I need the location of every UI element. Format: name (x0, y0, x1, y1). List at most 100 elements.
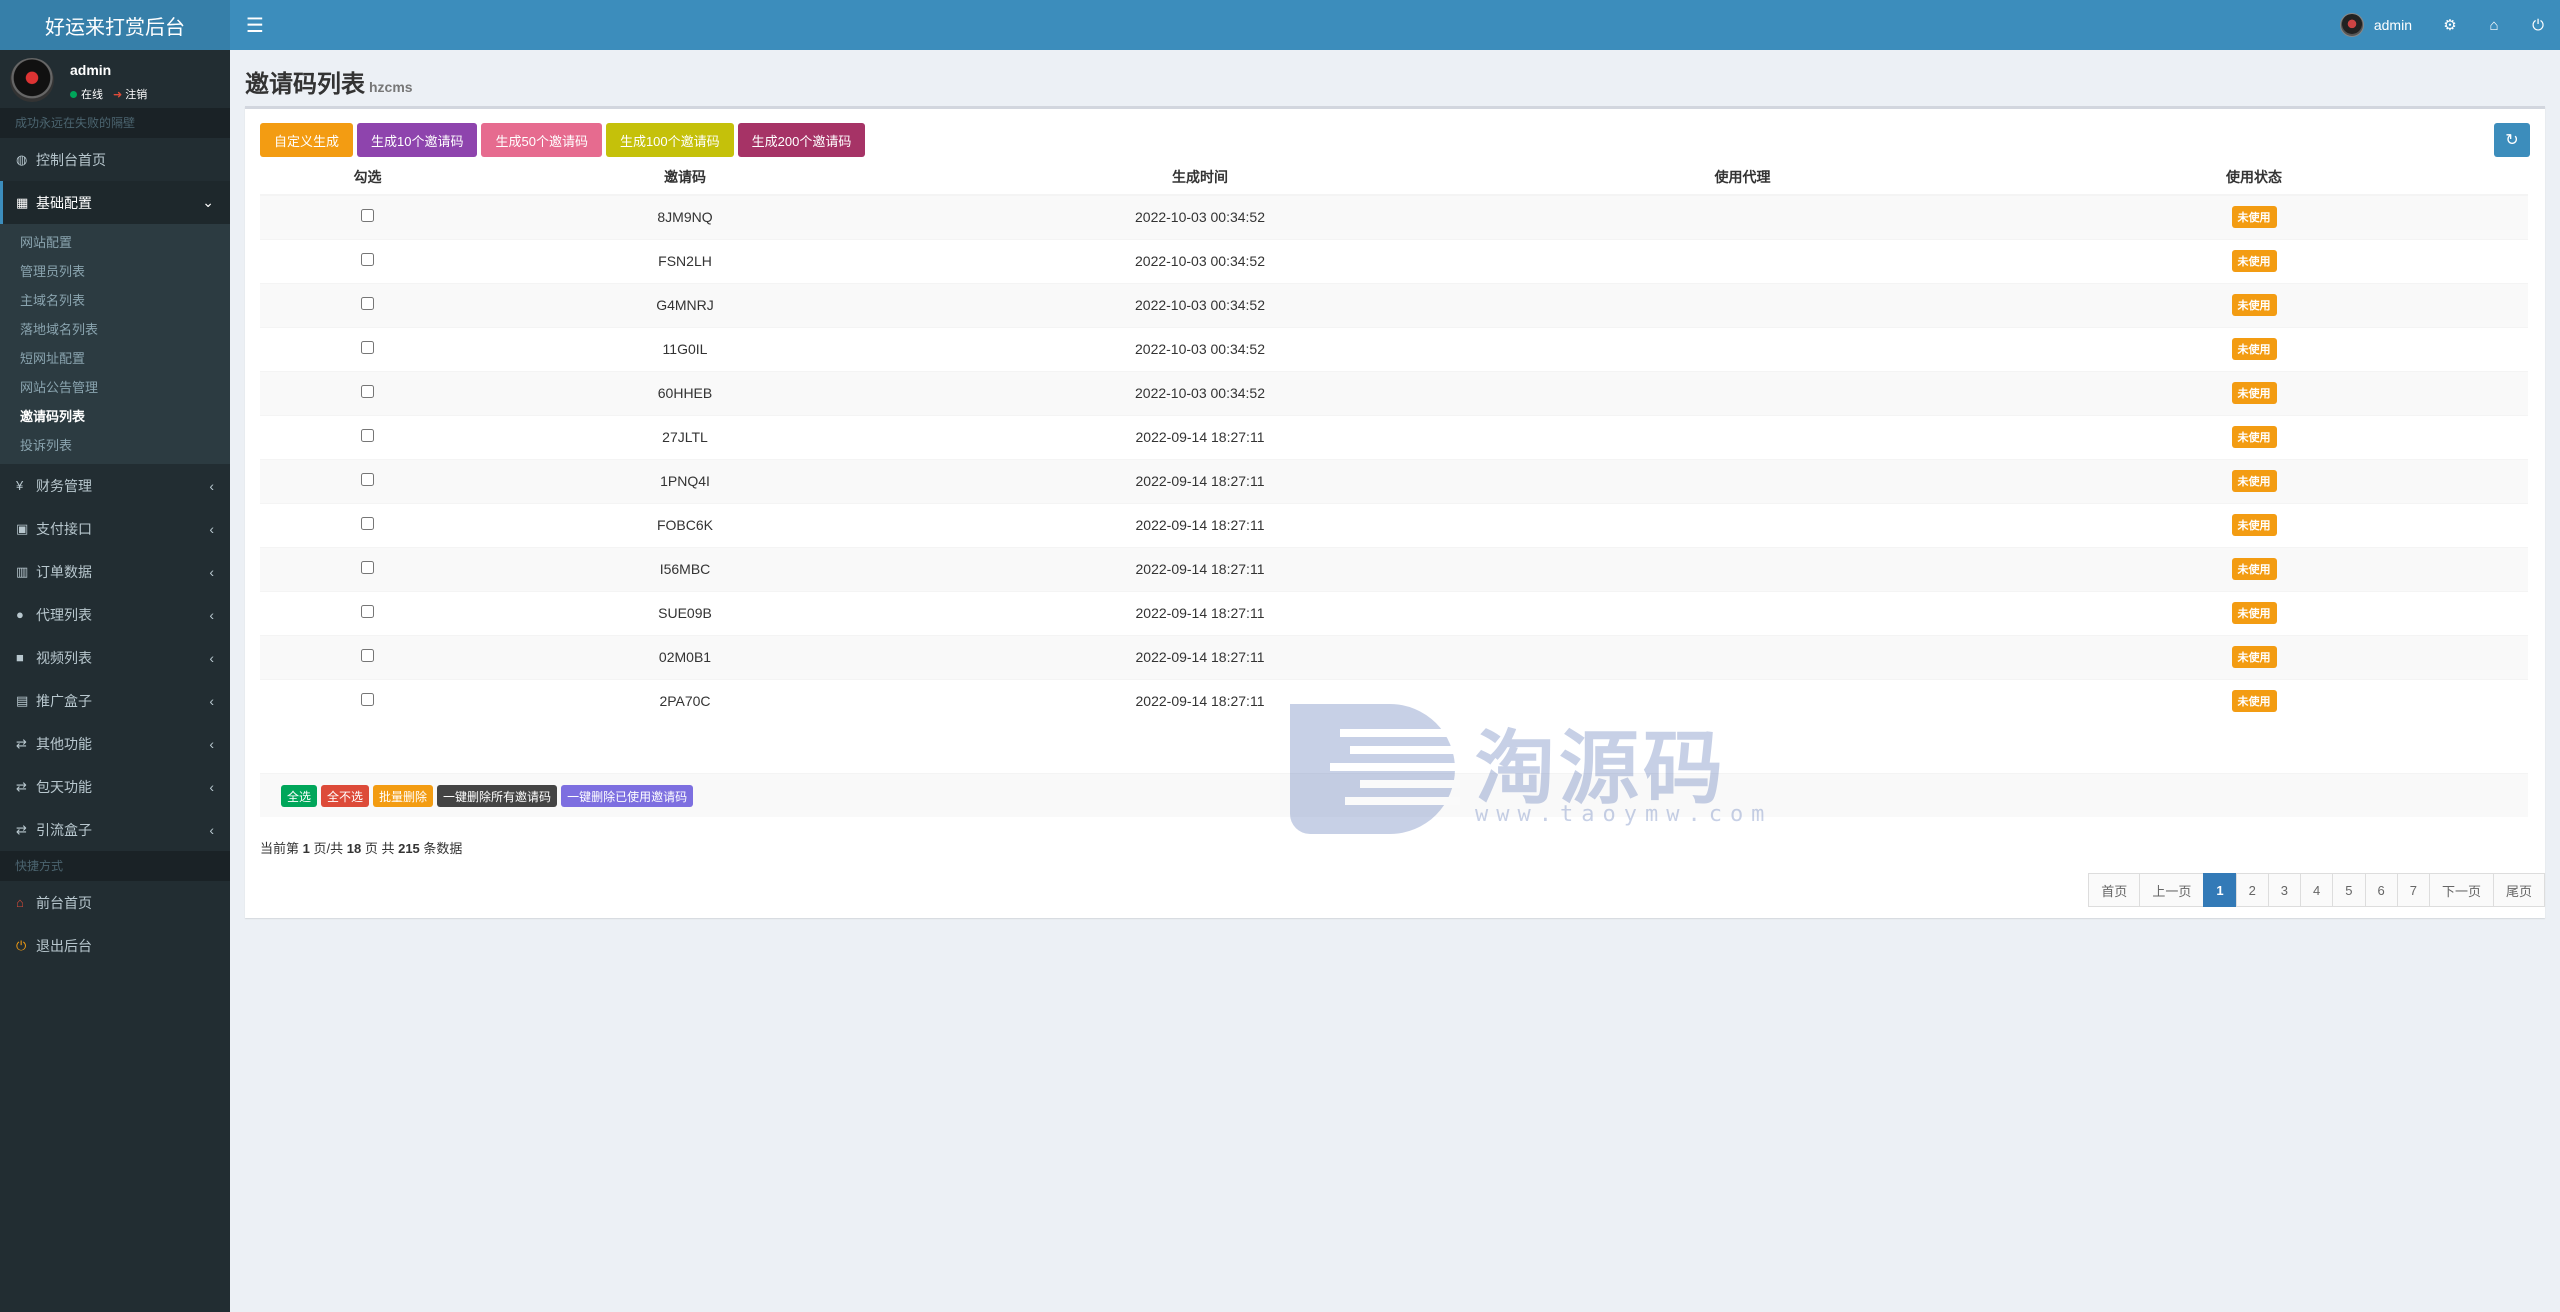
row-checkbox[interactable] (361, 385, 374, 398)
sidebar-item-icon: ⇄ (16, 821, 27, 837)
row-checkbox[interactable] (361, 429, 374, 442)
page-subtitle: hzcms (369, 79, 413, 95)
sidebar-item-after-3[interactable]: ● 代理列表 ‹ (0, 593, 230, 636)
sidebar-item-after-5[interactable]: ▤ 推广盒子 ‹ (0, 679, 230, 722)
submenu-item-5[interactable]: 网站公告管理 (0, 373, 230, 402)
page-prev-button[interactable]: 上一页 (2139, 873, 2205, 907)
main-content: 邀请码列表 hzcms 自定义生成 生成10个邀请码 生成50个邀请码 生成100个邀请… (230, 50, 2560, 1312)
sidebar-item-after-2[interactable]: ▥ 订单数据 ‹ (0, 550, 230, 593)
bulk-actions: 全选 全不选 批量删除 一键删除所有邀请码 一键删除已使用邀请码 (281, 785, 694, 807)
bulk-button-3[interactable]: 一键删除所有邀请码 (437, 785, 558, 807)
submenu-item-1[interactable]: 管理员列表 (0, 257, 230, 286)
bulk-button-2[interactable]: 批量删除 (373, 785, 434, 807)
row-checkbox[interactable] (361, 605, 374, 618)
status-badge: 未使用 (2231, 294, 2277, 316)
sidebar-item-quick-1[interactable]: ⏻ 退出后台 (0, 924, 230, 967)
invite-code-cell: SUE09B (475, 590, 895, 635)
logout-link[interactable]: ➜ 注销 (113, 86, 147, 102)
sidebar-item-after-7[interactable]: ⇄ 包天功能 ‹ (0, 765, 230, 808)
sidebar-item-after-6[interactable]: ⇄ 其他功能 ‹ (0, 722, 230, 765)
page-number-button[interactable]: 2 (2235, 873, 2269, 907)
page-number-button[interactable]: 1 (2203, 873, 2237, 907)
submenu-item-2[interactable]: 主域名列表 (0, 286, 230, 315)
page-number-button[interactable]: 5 (2332, 873, 2366, 907)
sidebar-item-label: 包天功能 (36, 778, 92, 795)
submenu-item-7[interactable]: 投诉列表 (0, 431, 230, 460)
row-checkbox[interactable] (361, 209, 374, 223)
navbar-user-menu[interactable]: admin (2324, 13, 2428, 37)
sidebar-item-after-8[interactable]: ⇄ 引流盒子 ‹ (0, 808, 230, 851)
row-checkbox[interactable] (361, 297, 374, 310)
select-cell (260, 590, 475, 635)
agent-cell (1505, 678, 1980, 723)
select-cell (260, 678, 475, 723)
generate-button-3[interactable]: 生成100个邀请码 (605, 123, 734, 157)
submenu-item-6[interactable]: 邀请码列表 (0, 402, 230, 431)
created-time-cell: 2022-10-03 00:34:52 (895, 326, 1505, 371)
online-label: 在线 (81, 89, 103, 101)
invite-code-cell: FSN2LH (475, 238, 895, 283)
page-number-button[interactable]: 4 (2300, 873, 2334, 907)
bulk-button-4[interactable]: 一键删除已使用邀请码 (561, 785, 694, 807)
sidebar-item-icon: ▥ (16, 563, 29, 579)
refresh-button[interactable]: ↻ (2494, 123, 2530, 157)
generate-button-0[interactable]: 自定义生成 (260, 123, 354, 157)
row-checkbox[interactable] (361, 649, 374, 662)
chevron-left-icon: ‹ (209, 692, 214, 709)
sidebar-item-after-0[interactable]: ¥ 财务管理 ‹ (0, 464, 230, 507)
row-checkbox[interactable] (361, 473, 374, 486)
created-time-cell: 2022-09-14 18:27:11 (895, 678, 1505, 723)
row-checkbox[interactable] (361, 517, 374, 530)
generate-button-1[interactable]: 生成10个邀请码 (357, 123, 478, 157)
page-next-button[interactable]: 下一页 (2428, 873, 2494, 907)
page-number-button[interactable]: 7 (2396, 873, 2430, 907)
submenu-item-0[interactable]: 网站配置 (0, 228, 230, 257)
chevron-left-icon: ‹ (209, 606, 214, 623)
sidebar-item-icon: ⏻ (16, 937, 27, 953)
page-first-button[interactable]: 首页 (2088, 873, 2141, 907)
sidebar-item-after-1[interactable]: ▣ 支付接口 ‹ (0, 507, 230, 550)
chevron-left-icon: ‹ (209, 477, 214, 494)
user-name: admin (70, 62, 112, 78)
sidebar-item-label: 控制台首页 (36, 151, 106, 168)
bulk-button-1[interactable]: 全不选 (321, 785, 370, 807)
sidebar-item-top-1[interactable]: ▦ 基础配置 ⌄ (0, 181, 230, 224)
status-badge: 未使用 (2231, 470, 2277, 492)
agent-cell (1505, 590, 1980, 635)
row-checkbox[interactable] (361, 341, 374, 354)
app-logo[interactable]: 好运来打赏后台 (0, 0, 230, 50)
submenu-item-3[interactable]: 落地域名列表 (0, 315, 230, 344)
sidebar-toggle-icon[interactable]: ☰ (230, 13, 280, 38)
page-last-button[interactable]: 尾页 (2492, 873, 2545, 907)
submenu-item-4[interactable]: 短网址配置 (0, 344, 230, 373)
page-number-button[interactable]: 6 (2364, 873, 2398, 907)
invite-code-cell: 60HHEB (475, 370, 895, 415)
invite-code-cell: FOBC6K (475, 502, 895, 547)
power-icon[interactable]: ⏻ (2516, 17, 2560, 34)
row-checkbox[interactable] (361, 693, 374, 707)
select-cell (260, 414, 475, 459)
table-row: FOBC6K 2022-09-14 18:27:11 未使用 (260, 502, 2528, 547)
settings-icon[interactable]: ⚙ (2428, 16, 2472, 34)
home-icon[interactable]: ⌂ (2472, 17, 2516, 34)
bulk-button-0[interactable]: 全选 (281, 785, 318, 807)
column-header-3: 使用代理 (1505, 159, 1980, 196)
invite-code-table: 勾选 邀请码 生成时间 使用代理 使用状态 8JM9NQ 2022-10-03 00:34… (260, 159, 2528, 723)
generate-button-2[interactable]: 生成50个邀请码 (481, 123, 602, 157)
page-number-button[interactable]: 3 (2267, 873, 2302, 907)
status-badge: 未使用 (2231, 338, 2277, 360)
column-header-2: 生成时间 (895, 159, 1505, 196)
sidebar-item-top-0[interactable]: ◍ 控制台首页 (0, 138, 230, 181)
page-title-text: 邀请码列表 (245, 71, 365, 98)
pager-prefix: 当前第 (260, 841, 300, 856)
sidebar-item-after-4[interactable]: ■ 视频列表 ‹ (0, 636, 230, 679)
generate-button-4[interactable]: 生成200个邀请码 (737, 123, 866, 157)
chevron-left-icon: ‹ (209, 735, 214, 752)
table-header-row: 勾选 邀请码 生成时间 使用代理 使用状态 (260, 159, 2528, 196)
table-row: 27JLTL 2022-09-14 18:27:11 未使用 (260, 414, 2528, 459)
row-checkbox[interactable] (361, 561, 374, 574)
row-checkbox[interactable] (361, 253, 374, 266)
sidebar-item-quick-0[interactable]: ⌂ 前台首页 (0, 881, 230, 924)
select-cell (260, 546, 475, 591)
agent-cell (1505, 458, 1980, 503)
